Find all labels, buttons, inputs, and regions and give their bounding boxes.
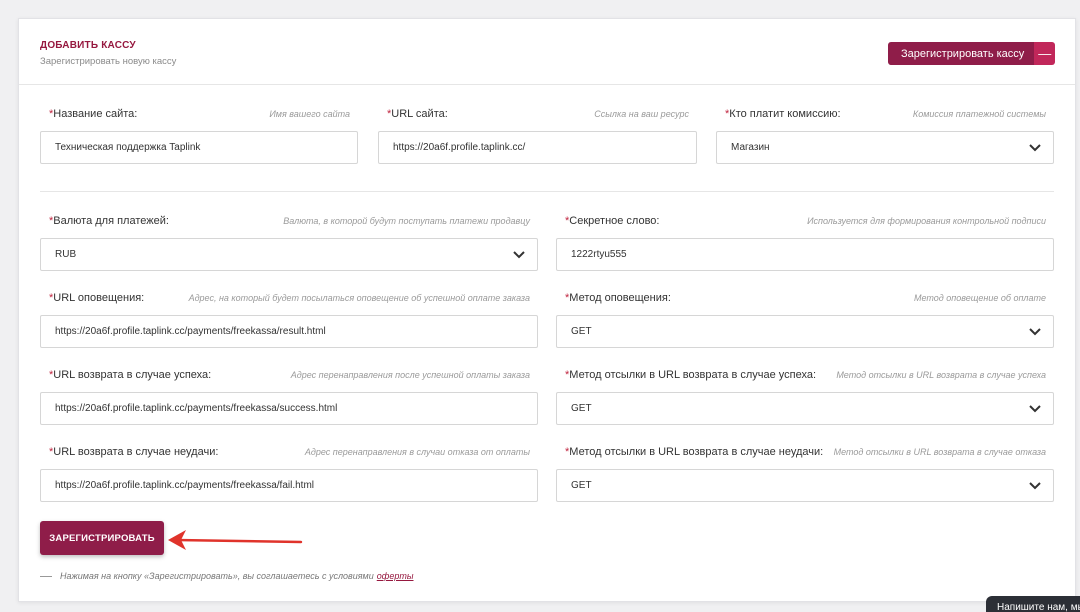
card-header: ДОБАВИТЬ КАССУ Зарегистрировать новую ка… bbox=[19, 19, 1075, 85]
submit-register-button[interactable]: ЗАРЕГИСТРИРОВАТЬ bbox=[40, 521, 164, 555]
success-url-label: *URL возврата в случае успеха: bbox=[49, 369, 212, 381]
success-url-field: *URL возврата в случае успеха: Адрес пер… bbox=[40, 369, 538, 429]
success-method-field: *Метод отсылки в URL возврата в случае у… bbox=[556, 369, 1054, 429]
commission-payer-select[interactable]: Магазин bbox=[716, 131, 1054, 164]
site-name-hint: Имя вашего сайта bbox=[269, 109, 350, 119]
card-title: ДОБАВИТЬ КАССУ bbox=[40, 40, 136, 51]
dash-divider bbox=[40, 575, 52, 577]
fail-method-select[interactable]: GET bbox=[556, 469, 1054, 502]
secret-word-input[interactable]: 1222rtyu555 bbox=[556, 238, 1054, 271]
fail-method-label: *Метод отсылки в URL возврата в случае н… bbox=[565, 446, 824, 458]
secret-word-label: *Секретное слово: bbox=[565, 215, 660, 227]
site-url-hint: Ссылка на ваш ресурс bbox=[594, 109, 689, 119]
section-divider bbox=[40, 191, 1054, 192]
notify-method-hint: Метод оповещение об оплате bbox=[914, 293, 1046, 303]
success-method-hint: Метод отсылки в URL возврата в случае ус… bbox=[836, 370, 1046, 380]
currency-field: *Валюта для платежей: Валюта, в которой … bbox=[40, 215, 538, 275]
notify-url-hint: Адрес, на который будет посылаться опове… bbox=[188, 293, 530, 303]
red-arrow-icon bbox=[168, 530, 303, 550]
site-url-field: *URL сайта: Ссылка на ваш ресурс https:/… bbox=[378, 108, 697, 168]
currency-select[interactable]: RUB bbox=[40, 238, 538, 271]
notify-method-label: *Метод оповещения: bbox=[565, 292, 671, 304]
add-cashbox-card: ДОБАВИТЬ КАССУ Зарегистрировать новую ка… bbox=[18, 18, 1076, 602]
chevron-down-icon bbox=[1029, 481, 1041, 489]
chevron-down-icon bbox=[513, 250, 525, 258]
success-method-select[interactable]: GET bbox=[556, 392, 1054, 425]
notify-method-select[interactable]: GET bbox=[556, 315, 1054, 348]
secret-word-field: *Секретное слово: Используется для форми… bbox=[556, 215, 1054, 275]
notify-url-field: *URL оповещения: Адрес, на который будет… bbox=[40, 292, 538, 352]
currency-label: *Валюта для платежей: bbox=[49, 215, 169, 227]
chevron-down-icon bbox=[1029, 143, 1041, 151]
fail-url-label: *URL возврата в случае неудачи: bbox=[49, 446, 219, 458]
site-url-input[interactable]: https://20a6f.profile.taplink.cc/ bbox=[378, 131, 697, 164]
secret-word-hint: Используется для формирования контрольно… bbox=[807, 216, 1046, 226]
fail-url-input[interactable]: https://20a6f.profile.taplink.cc/payment… bbox=[40, 469, 538, 502]
register-cashbox-button-label: Зарегистрировать кассу bbox=[888, 42, 1035, 65]
site-url-label: *URL сайта: bbox=[387, 108, 448, 120]
chevron-down-icon bbox=[1029, 327, 1041, 335]
collapse-icon[interactable]: — bbox=[1034, 42, 1056, 65]
fail-method-field: *Метод отсылки в URL возврата в случае н… bbox=[556, 446, 1054, 506]
notify-method-field: *Метод оповещения: Метод оповещение об о… bbox=[556, 292, 1054, 352]
agreement-text: Нажимая на кнопку «Зарегистрировать», вы… bbox=[60, 571, 374, 581]
success-url-input[interactable]: https://20a6f.profile.taplink.cc/payment… bbox=[40, 392, 538, 425]
fail-url-hint: Адрес перенаправления в случаи отказа от… bbox=[304, 447, 530, 457]
success-method-label: *Метод отсылки в URL возврата в случае у… bbox=[565, 369, 817, 381]
commission-payer-field: *Кто платит комиссию: Комиссия платежной… bbox=[716, 108, 1054, 168]
success-url-hint: Адрес перенаправления после успешной опл… bbox=[290, 370, 530, 380]
fail-url-field: *URL возврата в случае неудачи: Адрес пе… bbox=[40, 446, 538, 506]
commission-payer-hint: Комиссия платежной системы bbox=[912, 109, 1046, 119]
chat-widget-tab[interactable]: Напишите нам, мы онлайн! bbox=[986, 596, 1080, 612]
currency-hint: Валюта, в которой будут поступать платеж… bbox=[283, 216, 530, 226]
notify-url-input[interactable]: https://20a6f.profile.taplink.cc/payment… bbox=[40, 315, 538, 348]
chevron-down-icon bbox=[1029, 404, 1041, 412]
agreement-note: Нажимая на кнопку «Зарегистрировать», вы… bbox=[40, 571, 414, 581]
commission-payer-label: *Кто платит комиссию: bbox=[725, 108, 841, 120]
notify-url-label: *URL оповещения: bbox=[49, 292, 145, 304]
fail-method-hint: Метод отсылки в URL возврата в случае от… bbox=[833, 447, 1046, 457]
card-subtitle: Зарегистрировать новую кассу bbox=[40, 56, 177, 67]
offer-link[interactable]: оферты bbox=[377, 571, 414, 581]
register-cashbox-button[interactable]: Зарегистрировать кассу — bbox=[888, 42, 1056, 65]
site-name-input[interactable]: Техническая поддержка Taplink bbox=[40, 131, 358, 164]
site-name-label: *Название сайта: bbox=[49, 108, 138, 120]
site-name-field: *Название сайта: Имя вашего сайта Технич… bbox=[40, 108, 358, 168]
